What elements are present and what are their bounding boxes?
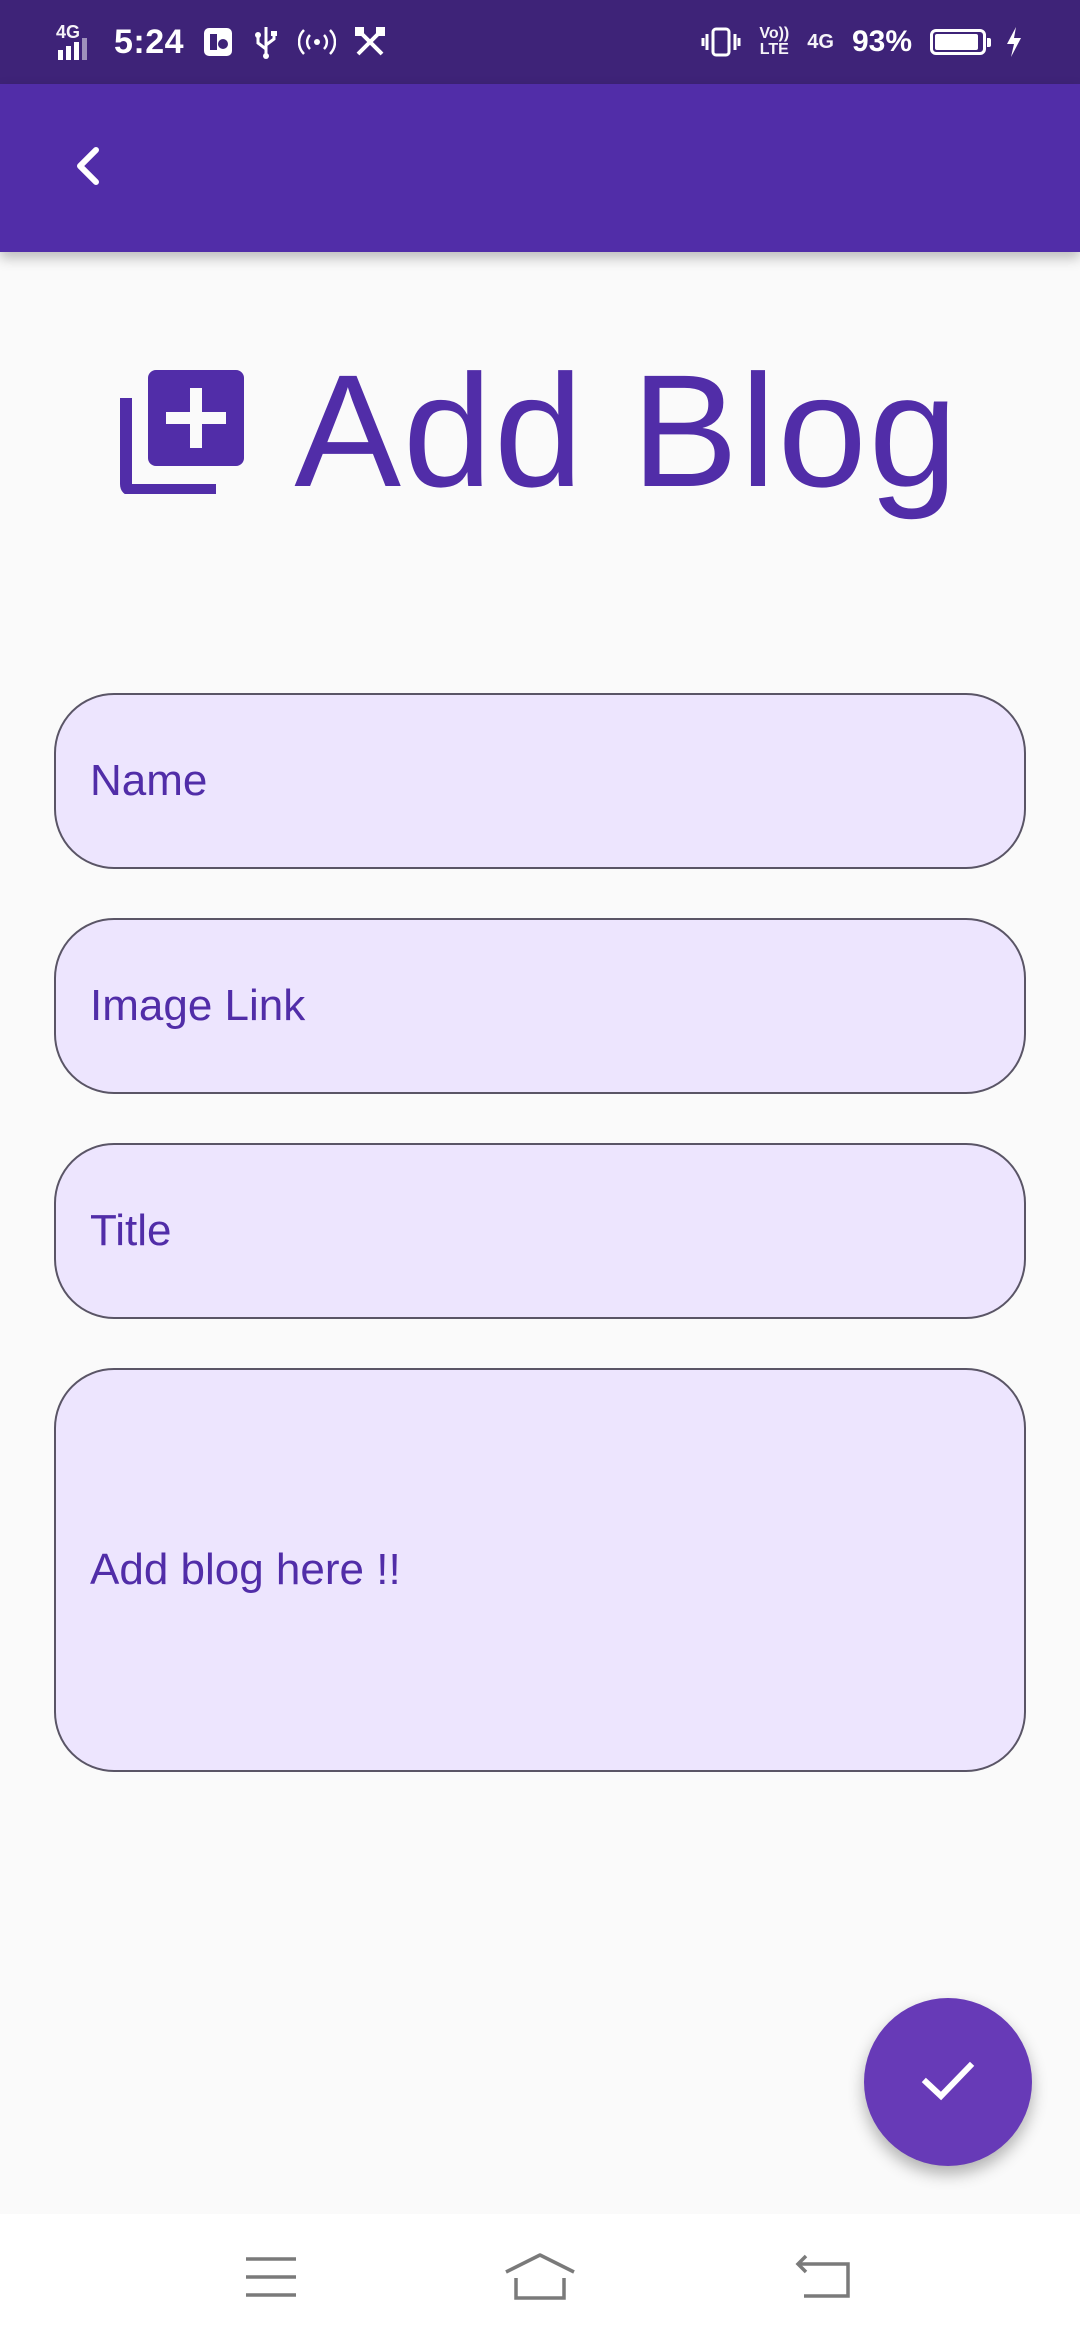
- signal-icon: 4G: [56, 22, 96, 62]
- nav-home-button[interactable]: [490, 2244, 590, 2314]
- app-notification-icon: [202, 26, 234, 58]
- battery-icon: [930, 29, 991, 55]
- blog-content-field-label: Add blog here !!: [90, 1545, 401, 1594]
- tools-icon: [354, 26, 386, 58]
- chevron-left-icon: [68, 142, 108, 195]
- volte-top: Vo)): [759, 25, 790, 42]
- image-link-field[interactable]: Image Link: [54, 918, 1026, 1094]
- signal-4g-icon: 4G: [807, 32, 834, 52]
- blog-content-field[interactable]: Add blog here !!: [54, 1368, 1026, 1772]
- library-add-icon: [120, 366, 248, 494]
- check-icon: [916, 2048, 980, 2117]
- usb-icon: [252, 25, 280, 59]
- charging-icon: [1004, 26, 1024, 58]
- battery-fill: [935, 34, 978, 50]
- page-header: Add Blog: [0, 340, 1080, 520]
- battery-percent: 93%: [851, 25, 912, 58]
- title-field-label: Title: [90, 1206, 172, 1255]
- volte-bottom: LTE: [759, 41, 789, 58]
- status-bar-left: 4G 5:24: [56, 22, 386, 62]
- status-bar-right: Vo)) LTE 4G 93%: [701, 25, 1024, 59]
- menu-icon: [244, 2255, 298, 2304]
- nav-menu-button[interactable]: [221, 2244, 321, 2314]
- page-title: Add Blog: [294, 341, 960, 520]
- network-type-2: 4G: [807, 31, 834, 53]
- title-field[interactable]: Title: [54, 1143, 1026, 1319]
- nav-back-button[interactable]: [774, 2244, 874, 2314]
- name-field[interactable]: Name: [54, 693, 1026, 869]
- app-bar: [0, 84, 1080, 252]
- system-nav-bar: [0, 2214, 1080, 2340]
- status-bar: 4G 5:24 Vo)) LTE 4G 93%: [0, 0, 1080, 84]
- hotspot-icon: [298, 27, 337, 57]
- back-icon: [794, 2254, 854, 2305]
- clock: 5:24: [114, 22, 185, 61]
- image-link-field-label: Image Link: [90, 981, 306, 1030]
- submit-fab-button[interactable]: [864, 1998, 1032, 2166]
- volte-icon: Vo)) LTE: [759, 26, 789, 58]
- name-field-label: Name: [90, 756, 208, 805]
- back-button[interactable]: [48, 128, 128, 208]
- vibrate-icon: [701, 26, 741, 58]
- home-icon: [502, 2252, 578, 2307]
